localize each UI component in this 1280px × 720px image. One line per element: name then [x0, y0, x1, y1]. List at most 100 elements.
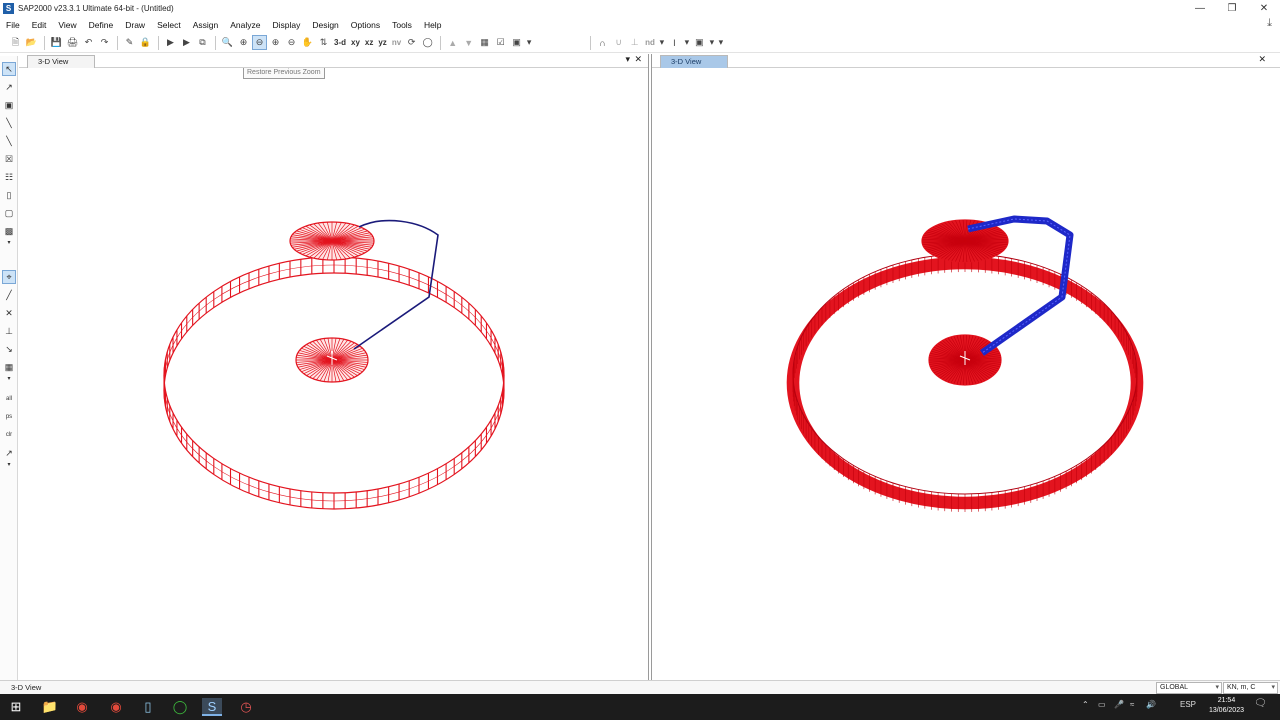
close-icon[interactable]: ✕: [1248, 0, 1280, 16]
taskbar-clock[interactable]: 21:54 13/06/2023: [1209, 696, 1244, 716]
frame-loads-icon[interactable]: ∪: [611, 35, 626, 50]
menu-select[interactable]: Select: [157, 20, 181, 30]
microphone-icon[interactable]: 🎤: [1114, 700, 1124, 709]
wifi-icon[interactable]: ≈: [1130, 700, 1134, 709]
lock-icon[interactable]: 🔒: [138, 35, 153, 50]
open-model-icon[interactable]: 📂: [24, 35, 39, 50]
view-xy-button[interactable]: xy: [349, 35, 362, 50]
quick-draw-frame-icon[interactable]: ╲: [2, 134, 16, 148]
restore-previous-zoom-icon[interactable]: ⊖: [252, 35, 267, 50]
left-3d-view-window[interactable]: 3-D View ▾ ✕: [19, 54, 649, 680]
display-options-icon[interactable]: ▣: [509, 35, 524, 50]
circle-app-icon[interactable]: ◯: [170, 698, 190, 716]
save-icon[interactable]: 💾: [49, 35, 64, 50]
menu-define[interactable]: Define: [89, 20, 114, 30]
minimize-icon[interactable]: —: [1184, 0, 1216, 16]
intersecting-line-icon[interactable]: ↗: [2, 446, 16, 460]
refresh-window-icon[interactable]: ⧉: [195, 35, 210, 50]
snap-perpendicular-icon[interactable]: ⊥: [2, 324, 16, 338]
sap2000-icon[interactable]: S: [202, 698, 222, 716]
rotate-view-icon[interactable]: ⟳: [404, 35, 419, 50]
menu-draw[interactable]: Draw: [125, 20, 145, 30]
chevron-down-icon[interactable]: ▾: [2, 374, 16, 382]
perspective-icon[interactable]: ◯: [420, 35, 435, 50]
menu-display[interactable]: Display: [272, 20, 300, 30]
left-view-tab[interactable]: 3-D View: [27, 55, 95, 68]
frame-icon[interactable]: ∩: [595, 35, 610, 50]
clear-selection-icon[interactable]: clr: [2, 428, 16, 442]
notes-icon[interactable]: ▯: [138, 698, 158, 716]
view-3d-button[interactable]: 3-d: [332, 35, 348, 50]
draw-area-icon[interactable]: ▯: [2, 188, 16, 202]
restore-icon[interactable]: ❐: [1216, 0, 1248, 16]
snap-fine-grid-icon[interactable]: ▦: [2, 360, 16, 374]
menu-help[interactable]: Help: [424, 20, 441, 30]
draw-rect-area-icon[interactable]: ▢: [2, 206, 16, 220]
zoom-window-icon[interactable]: 🔍: [220, 35, 235, 50]
snap-joints-icon[interactable]: ⌖: [2, 270, 16, 284]
draw-joint-icon[interactable]: ▣: [2, 98, 16, 112]
zoom-in-icon[interactable]: ⊕: [268, 35, 283, 50]
zoom-extents-icon[interactable]: ⊕: [236, 35, 251, 50]
volume-icon[interactable]: 🔊: [1146, 700, 1156, 709]
new-model-icon[interactable]: 🗎: [8, 35, 23, 50]
reshape-icon[interactable]: ↗: [2, 80, 16, 94]
menu-tools[interactable]: Tools: [392, 20, 412, 30]
draw-link-icon[interactable]: ☷: [2, 170, 16, 184]
menu-edit[interactable]: Edit: [32, 20, 47, 30]
chevron-down-icon[interactable]: ▾: [683, 35, 691, 50]
chevron-down-icon[interactable]: ▾: [525, 35, 533, 50]
view-nv-button[interactable]: nv: [390, 35, 403, 50]
run-now-icon[interactable]: ▶︎: [179, 35, 194, 50]
close-icon[interactable]: ✕: [1258, 54, 1266, 65]
draw-brace-icon[interactable]: ☒: [2, 152, 16, 166]
run-analysis-icon[interactable]: ▶: [163, 35, 178, 50]
chevron-down-icon[interactable]: ▾: [2, 238, 16, 246]
menu-design[interactable]: Design: [312, 20, 338, 30]
notification-center-icon[interactable]: 🗨: [1254, 698, 1267, 709]
snap-extensions-icon[interactable]: ↘: [2, 342, 16, 356]
units-select[interactable]: KN, m, C ▾: [1223, 682, 1278, 694]
redo-icon[interactable]: ↷: [97, 35, 112, 50]
grid-icon[interactable]: ▦: [477, 35, 492, 50]
chrome-icon[interactable]: ◉: [72, 698, 92, 716]
right-view-tab[interactable]: 3-D View: [660, 55, 728, 68]
right-model-canvas[interactable]: [652, 69, 1280, 679]
menu-options[interactable]: Options: [351, 20, 380, 30]
language-indicator[interactable]: ESP: [1180, 700, 1196, 709]
zoom-out-icon[interactable]: ⊖: [284, 35, 299, 50]
menu-file[interactable]: File: [6, 20, 20, 30]
chevron-down-icon[interactable]: ▾: [2, 460, 16, 468]
select-all-icon[interactable]: all: [2, 392, 16, 406]
pencil-icon[interactable]: ✎: [122, 35, 137, 50]
menu-assign[interactable]: Assign: [193, 20, 219, 30]
print-icon[interactable]: 🖨: [65, 35, 80, 50]
pointer-icon[interactable]: ↖: [2, 62, 16, 76]
draw-solid-icon[interactable]: ▩: [2, 224, 16, 238]
coordinate-system-select[interactable]: GLOBAL ▾: [1156, 682, 1222, 694]
snap-intersections-icon[interactable]: ✕: [2, 306, 16, 320]
snap-lines-icon[interactable]: ╱: [2, 288, 16, 302]
download-icon[interactable]: ⤓: [1267, 17, 1272, 30]
clock-app-icon[interactable]: ◷: [236, 698, 256, 716]
previous-selection-icon[interactable]: ps: [2, 410, 16, 424]
windows-start-icon[interactable]: ⊞: [6, 698, 26, 716]
show-hidden-icons-icon[interactable]: ⌃: [1082, 700, 1089, 709]
set-view-icon[interactable]: ⇅: [316, 35, 331, 50]
left-model-canvas[interactable]: [19, 69, 648, 679]
chevron-down-icon[interactable]: ▾: [708, 35, 716, 50]
file-explorer-icon[interactable]: 📁: [40, 698, 60, 716]
menu-view[interactable]: View: [58, 20, 76, 30]
nd-button[interactable]: nd: [643, 35, 657, 50]
chevron-down-icon[interactable]: ▾: [717, 35, 725, 50]
move-down-icon[interactable]: ▼: [461, 35, 476, 50]
area-display-icon[interactable]: ▣: [692, 35, 707, 50]
joint-loads-icon[interactable]: ⊥: [627, 35, 642, 50]
pan-hand-icon[interactable]: ✋: [300, 35, 315, 50]
undo-icon[interactable]: ↶: [81, 35, 96, 50]
text-cursor-icon[interactable]: I: [667, 35, 682, 50]
move-up-icon[interactable]: ▲: [445, 35, 460, 50]
network-icon[interactable]: ▭: [1098, 700, 1106, 709]
draw-frame-icon[interactable]: ╲: [2, 116, 16, 130]
close-icon[interactable]: ✕: [634, 54, 642, 65]
